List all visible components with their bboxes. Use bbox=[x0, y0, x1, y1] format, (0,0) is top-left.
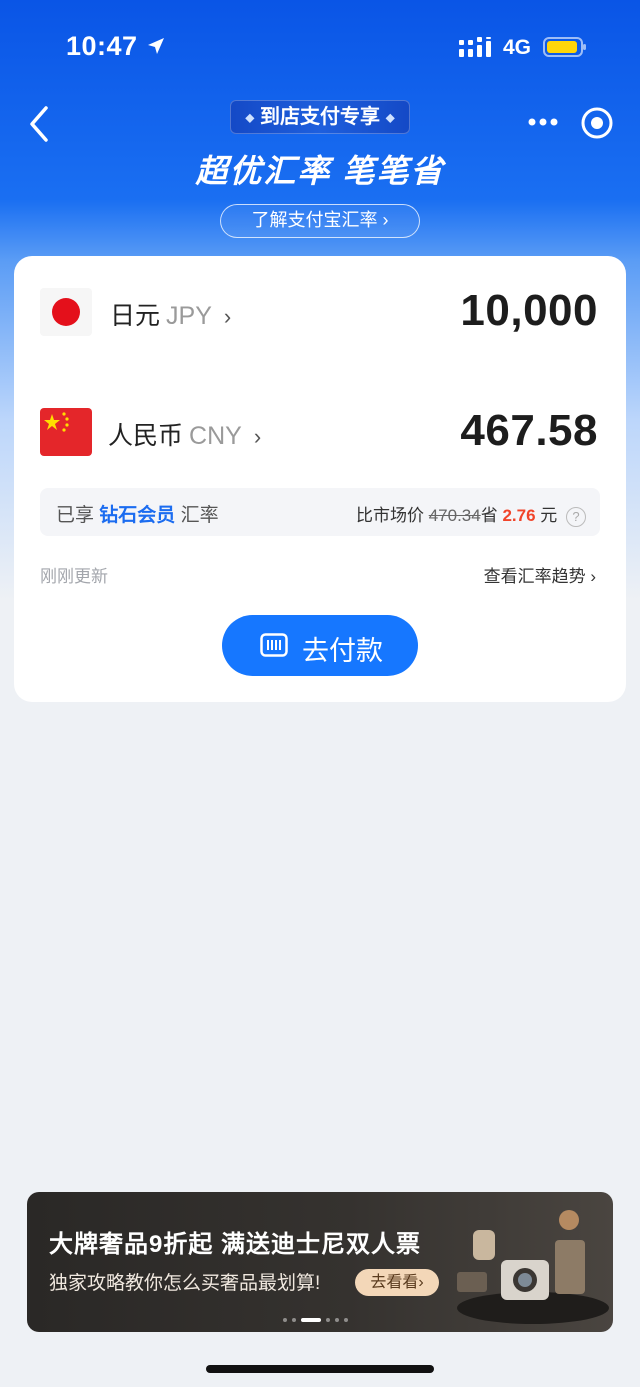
save-unit: 元 bbox=[540, 506, 558, 525]
japan-flag-icon bbox=[40, 288, 92, 336]
page-headline: 超优汇率 笔笔省 bbox=[195, 153, 445, 189]
from-currency-selector[interactable]: 日元 JPY › bbox=[110, 296, 231, 332]
carousel-dot bbox=[326, 1318, 330, 1322]
signal-icon bbox=[459, 37, 491, 57]
banner-title: 大牌奢品9折起 满送迪士尼双人票 bbox=[49, 1231, 422, 1258]
tag-dot-icon: ◆ bbox=[385, 110, 395, 125]
payment-code-icon bbox=[260, 633, 288, 657]
promo-tag-label: 到店支付专享 bbox=[260, 106, 380, 128]
carousel-dot bbox=[344, 1318, 348, 1322]
more-icon[interactable] bbox=[526, 108, 560, 136]
record-icon[interactable] bbox=[580, 106, 614, 140]
rate-prefix: 已享 bbox=[56, 505, 95, 526]
from-currency-code: JPY bbox=[166, 302, 212, 330]
carousel-indicator bbox=[283, 1316, 363, 1324]
carousel-dot-active bbox=[301, 1318, 321, 1322]
battery-icon bbox=[543, 37, 586, 57]
tag-dot-icon: ◆ bbox=[245, 110, 255, 125]
banner-cta-button[interactable]: 去看看› bbox=[355, 1269, 439, 1296]
china-flag-stars bbox=[44, 412, 69, 432]
carousel-dot bbox=[335, 1318, 339, 1322]
banner-subtitle: 独家攻略教你怎么买奢品最划算! bbox=[49, 1273, 321, 1294]
to-currency-name: 人民币 bbox=[108, 422, 184, 450]
chevron-right-icon: › bbox=[253, 424, 262, 449]
to-amount: 467.58 bbox=[460, 406, 598, 455]
luxury-goods-illustration bbox=[457, 1210, 609, 1324]
to-currency-code: CNY bbox=[189, 422, 242, 450]
question-icon[interactable]: ? bbox=[566, 506, 586, 527]
member-level: 钻石会员 bbox=[99, 505, 176, 526]
to-currency-selector[interactable]: 人民币 CNY › bbox=[108, 416, 261, 452]
location-arrow-icon bbox=[148, 38, 164, 54]
status-time: 10:47 bbox=[66, 31, 138, 61]
china-flag-icon bbox=[40, 408, 92, 456]
back-icon[interactable] bbox=[22, 104, 56, 144]
from-amount[interactable]: 10,000 bbox=[460, 286, 598, 336]
network-type: 4G bbox=[503, 36, 532, 59]
pay-button-label: 去付款 bbox=[302, 636, 383, 666]
pay-button[interactable]: 去付款 bbox=[222, 615, 418, 676]
from-currency-name: 日元 bbox=[110, 302, 161, 330]
status-bar: 10:47 4G bbox=[0, 0, 640, 96]
compare-label: 比市场价 bbox=[355, 506, 424, 525]
promo-tag: ◆ 到店支付专享 ◆ bbox=[230, 100, 410, 134]
rate-info-box: 已享 钻石会员 汇率 比市场价 470.34省 2.76 元 ? bbox=[40, 488, 600, 536]
member-rate: 已享 钻石会员 汇率 bbox=[56, 500, 219, 527]
save-amount: 2.76 bbox=[502, 506, 536, 525]
carousel-dot bbox=[283, 1318, 287, 1322]
promo-banner[interactable]: 大牌奢品9折起 满送迪士尼双人票 独家攻略教你怎么买奢品最划算! 去看看› bbox=[27, 1192, 613, 1332]
rate-trend-link[interactable]: 查看汇率趋势 › bbox=[484, 562, 596, 587]
home-indicator[interactable] bbox=[206, 1365, 434, 1373]
converter-card: 日元 JPY › 10,000 人民币 CNY › 467.58 已享 钻石会员 汇率 … bbox=[14, 256, 626, 702]
carousel-dot bbox=[292, 1318, 296, 1322]
chevron-right-icon: › bbox=[223, 304, 232, 329]
learn-rate-button[interactable]: 了解支付宝汇率 › bbox=[220, 204, 420, 238]
market-price: 470.34 bbox=[428, 506, 481, 525]
save-label: 省 bbox=[480, 506, 498, 525]
savings-info: 比市场价 470.34省 2.76 元 ? bbox=[356, 501, 586, 527]
update-status: 刚刚更新 bbox=[40, 567, 108, 586]
rate-suffix: 汇率 bbox=[180, 505, 219, 526]
